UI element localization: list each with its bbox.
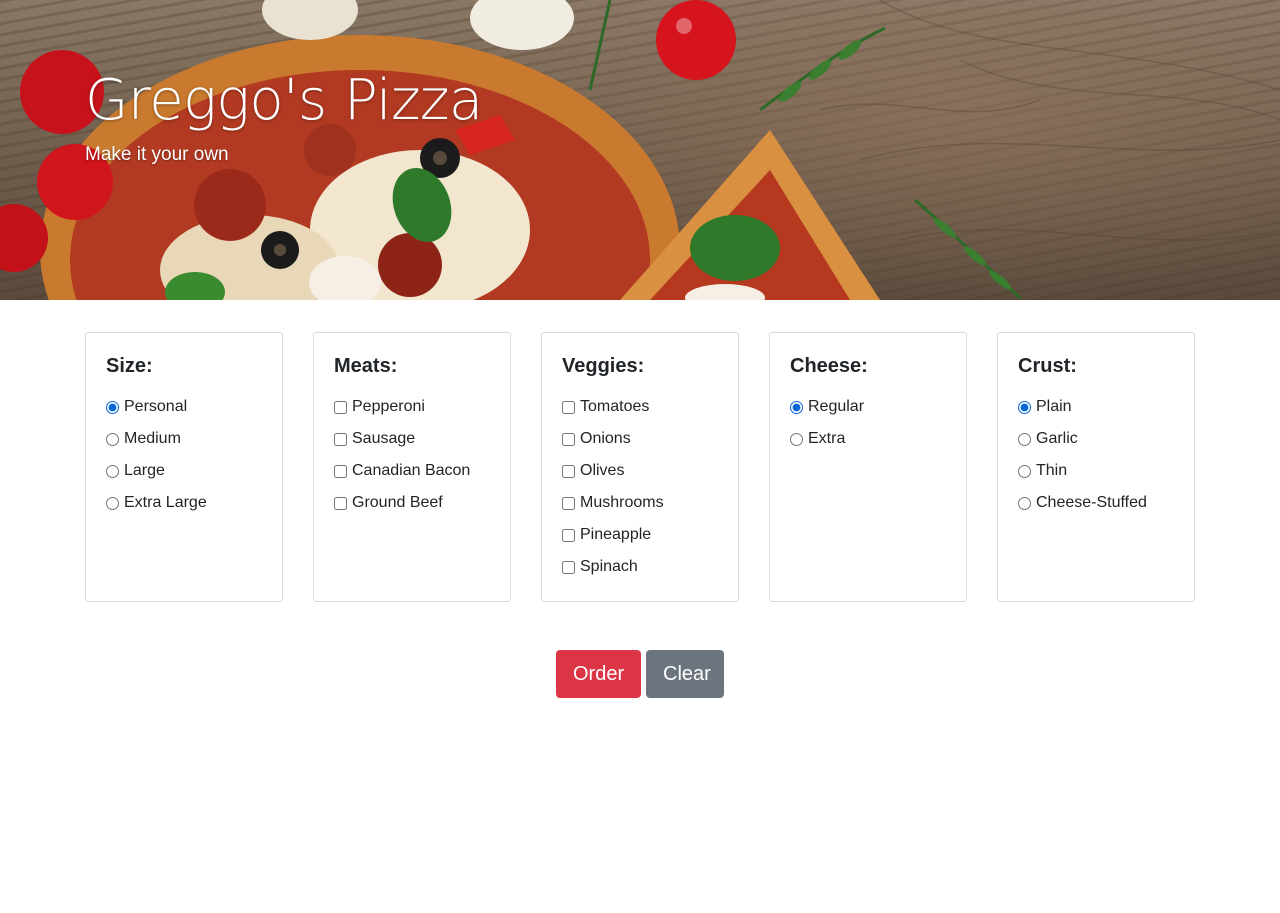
size-label-large[interactable]: Large — [124, 462, 165, 480]
cheese-card: Cheese: Regular Extra — [769, 332, 967, 602]
crust-label-plain[interactable]: Plain — [1036, 398, 1072, 416]
size-option-medium[interactable]: Medium — [106, 423, 262, 455]
size-radio-extra-large[interactable] — [106, 496, 119, 510]
veggie-checkbox-spinach[interactable] — [562, 560, 575, 574]
size-title: Size: — [106, 355, 153, 377]
size-label-medium[interactable]: Medium — [124, 430, 181, 448]
cheese-radio-regular[interactable] — [790, 400, 803, 414]
veggie-option-onions[interactable]: Onions — [562, 423, 718, 455]
size-label-extra-large[interactable]: Extra Large — [124, 494, 207, 512]
meat-checkbox-sausage[interactable] — [334, 432, 347, 446]
veggie-label-pineapple[interactable]: Pineapple — [580, 526, 651, 544]
veggie-option-mushrooms[interactable]: Mushrooms — [562, 487, 718, 519]
meats-title: Meats: — [334, 355, 398, 377]
veggies-card: Veggies: Tomatoes Onions Olives Mushroom… — [541, 332, 739, 602]
veggie-checkbox-mushrooms[interactable] — [562, 496, 575, 510]
meat-option-canadian-bacon[interactable]: Canadian Bacon — [334, 455, 490, 487]
crust-option-garlic[interactable]: Garlic — [1018, 423, 1174, 455]
hero-text: Greggo's Pizza Make it your own — [85, 68, 483, 166]
hero-banner: Greggo's Pizza Make it your own — [0, 0, 1280, 300]
meat-label-ground-beef[interactable]: Ground Beef — [352, 494, 443, 512]
meats-card: Meats: Pepperoni Sausage Canadian Bacon … — [313, 332, 511, 602]
cheese-radio-extra[interactable] — [790, 432, 803, 446]
order-button[interactable]: Order — [556, 650, 641, 698]
meat-option-ground-beef[interactable]: Ground Beef — [334, 487, 490, 519]
meat-checkbox-ground-beef[interactable] — [334, 496, 347, 510]
veggie-label-spinach[interactable]: Spinach — [580, 558, 638, 576]
veggie-checkbox-olives[interactable] — [562, 464, 575, 478]
meat-checkbox-canadian-bacon[interactable] — [334, 464, 347, 478]
size-option-extra-large[interactable]: Extra Large — [106, 487, 262, 519]
crust-radio-plain[interactable] — [1018, 400, 1031, 414]
crust-card: Crust: Plain Garlic Thin Cheese-Stuffed — [997, 332, 1195, 602]
veggie-checkbox-tomatoes[interactable] — [562, 400, 575, 414]
pizza-options: Size: Personal Medium Large Extra Large … — [85, 332, 1195, 602]
crust-option-cheese-stuffed[interactable]: Cheese-Stuffed — [1018, 487, 1174, 519]
meat-checkbox-pepperoni[interactable] — [334, 400, 347, 414]
size-option-personal[interactable]: Personal — [106, 391, 262, 423]
meat-label-pepperoni[interactable]: Pepperoni — [352, 398, 425, 416]
veggie-option-spinach[interactable]: Spinach — [562, 551, 718, 583]
size-label-personal[interactable]: Personal — [124, 398, 187, 416]
crust-label-garlic[interactable]: Garlic — [1036, 430, 1078, 448]
crust-option-thin[interactable]: Thin — [1018, 455, 1174, 487]
size-radio-medium[interactable] — [106, 432, 119, 446]
veggie-checkbox-pineapple[interactable] — [562, 528, 575, 542]
crust-radio-garlic[interactable] — [1018, 432, 1031, 446]
meat-label-canadian-bacon[interactable]: Canadian Bacon — [352, 462, 470, 480]
size-option-large[interactable]: Large — [106, 455, 262, 487]
veggie-checkbox-onions[interactable] — [562, 432, 575, 446]
veggie-label-tomatoes[interactable]: Tomatoes — [580, 398, 649, 416]
size-card: Size: Personal Medium Large Extra Large — [85, 332, 283, 602]
crust-radio-thin[interactable] — [1018, 464, 1031, 478]
cheese-option-extra[interactable]: Extra — [790, 423, 946, 455]
veggie-option-tomatoes[interactable]: Tomatoes — [562, 391, 718, 423]
page-subtitle: Make it your own — [85, 144, 229, 165]
veggie-option-pineapple[interactable]: Pineapple — [562, 519, 718, 551]
meat-option-pepperoni[interactable]: Pepperoni — [334, 391, 490, 423]
veggie-label-olives[interactable]: Olives — [580, 462, 624, 480]
cheese-option-regular[interactable]: Regular — [790, 391, 946, 423]
size-radio-large[interactable] — [106, 464, 119, 478]
veggie-option-olives[interactable]: Olives — [562, 455, 718, 487]
crust-label-cheese-stuffed[interactable]: Cheese-Stuffed — [1036, 494, 1147, 512]
veggie-label-mushrooms[interactable]: Mushrooms — [580, 494, 664, 512]
meat-label-sausage[interactable]: Sausage — [352, 430, 415, 448]
veggie-label-onions[interactable]: Onions — [580, 430, 631, 448]
crust-label-thin[interactable]: Thin — [1036, 462, 1067, 480]
order-actions: Order Clear — [0, 650, 1280, 698]
cheese-label-extra[interactable]: Extra — [808, 430, 845, 448]
veggies-title: Veggies: — [562, 355, 645, 377]
page-title: Greggo's Pizza — [85, 68, 483, 133]
size-radio-personal[interactable] — [106, 400, 119, 414]
crust-option-plain[interactable]: Plain — [1018, 391, 1174, 423]
cheese-label-regular[interactable]: Regular — [808, 398, 864, 416]
crust-title: Crust: — [1018, 355, 1077, 377]
crust-radio-cheese-stuffed[interactable] — [1018, 496, 1031, 510]
meat-option-sausage[interactable]: Sausage — [334, 423, 490, 455]
cheese-title: Cheese: — [790, 355, 868, 377]
clear-button[interactable]: Clear — [646, 650, 724, 698]
